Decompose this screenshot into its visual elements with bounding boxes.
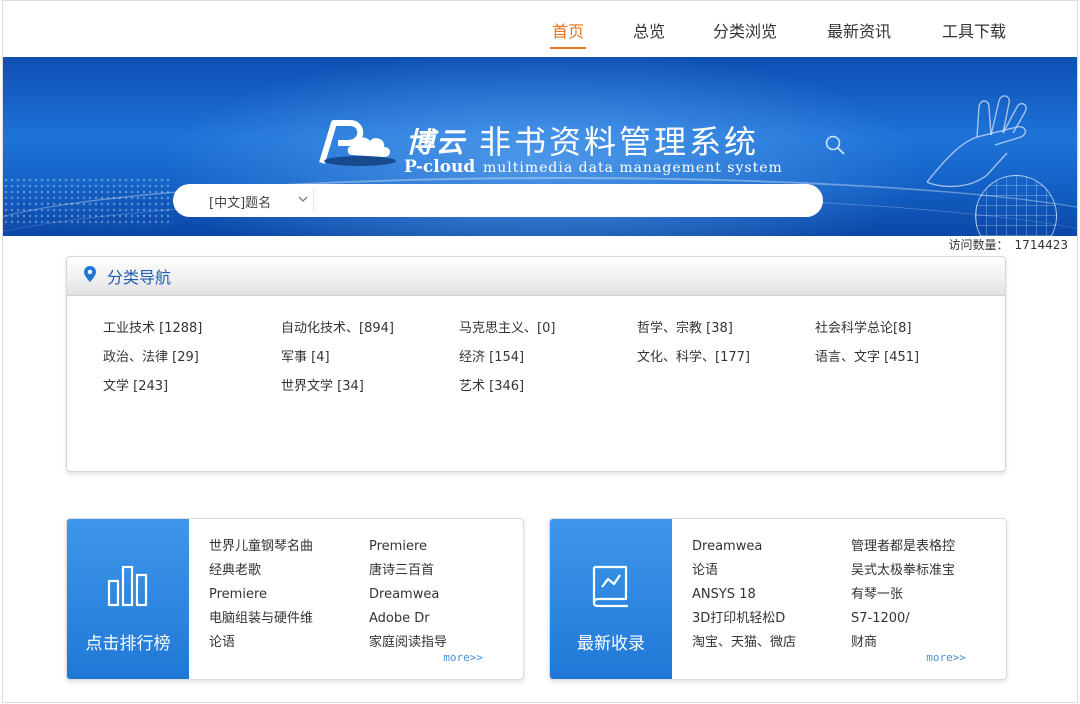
latest-item[interactable]: S7-1200/ xyxy=(851,607,955,631)
ranking-list-col2: Premiere 唐诗三百首 Dreamwea Adobe Dr 家庭阅读指导 xyxy=(369,535,447,655)
visit-counter-label: 访问数量： xyxy=(948,238,1009,252)
ranking-item[interactable]: Premiere xyxy=(369,535,447,559)
category-item[interactable]: 艺术 [346] xyxy=(459,375,524,394)
search-icon[interactable] xyxy=(824,134,846,156)
latest-item[interactable]: 吴式太极拳标准宝 xyxy=(851,559,955,583)
ranking-item[interactable]: Adobe Dr xyxy=(369,607,447,631)
category-item[interactable]: 世界文学 [34] xyxy=(281,375,364,394)
category-item[interactable]: 社会科学总论[8] xyxy=(815,317,911,336)
search-field-select[interactable]: [中文]题名 xyxy=(209,192,271,211)
latest-item[interactable]: 有琴一张 xyxy=(851,583,955,607)
search-divider xyxy=(313,188,314,213)
ranking-card-badge[interactable]: 点击排行榜 xyxy=(67,519,189,679)
ranking-item[interactable]: 经典老歌 xyxy=(209,559,313,583)
latest-list-col2: 管理者都是表格控 吴式太极拳标准宝 有琴一张 S7-1200/ 财商 xyxy=(851,535,955,655)
latest-card-label: 最新收录 xyxy=(577,634,645,654)
hero-banner: 博云 非书资料管理系统 P-cloud multimedia data mana… xyxy=(3,57,1077,236)
ranking-item[interactable]: 世界儿童钢琴名曲 xyxy=(209,535,313,559)
site-logo: 博云 非书资料管理系统 P-cloud multimedia data mana… xyxy=(316,117,782,177)
category-item[interactable]: 哲学、宗教 [38] xyxy=(637,317,733,336)
latest-list-col1: Dreamwea 论语 ANSYS 18 3D打印机轻松D 淘宝、天猫、微店 xyxy=(692,535,796,655)
visit-counter-value: 1714423 xyxy=(1014,238,1068,252)
book-chart-icon xyxy=(592,565,628,608)
nav-home[interactable]: 首页 xyxy=(552,18,584,42)
ranking-list-col1: 世界儿童钢琴名曲 经典老歌 Premiere 电脑组装与硬件维 论语 xyxy=(209,535,313,655)
brand-name-en: P-cloud xyxy=(404,157,476,177)
latest-item[interactable]: 淘宝、天猫、微店 xyxy=(692,631,796,655)
ranking-more-link[interactable]: more>> xyxy=(443,651,483,664)
category-item[interactable]: 文学 [243] xyxy=(103,375,168,394)
top-nav: 首页 总览 分类浏览 最新资讯 工具下载 xyxy=(0,0,1080,56)
category-nav-title: 分类导航 xyxy=(107,268,172,287)
latest-card-badge[interactable]: 最新收录 xyxy=(550,519,672,679)
category-item[interactable]: 自动化技术、[894] xyxy=(281,317,394,336)
category-nav-panel: 分类导航 工业技术 [1288] 自动化技术、[894] 马克思主义、[0] 哲… xyxy=(66,256,1006,472)
ranking-item[interactable]: Dreamwea xyxy=(369,583,447,607)
latest-more-link[interactable]: more>> xyxy=(926,651,966,664)
ranking-item[interactable]: 电脑组装与硬件维 xyxy=(209,607,313,631)
category-item[interactable]: 工业技术 [1288] xyxy=(103,317,202,336)
ranking-item[interactable]: 家庭阅读指导 xyxy=(369,631,447,655)
visit-counter: 访问数量： 1714423 xyxy=(949,236,1068,253)
ranking-card-label: 点击排行榜 xyxy=(85,634,171,654)
latest-item[interactable]: Dreamwea xyxy=(692,535,796,559)
pcloud-logo-icon xyxy=(319,120,396,166)
search-input[interactable] xyxy=(319,187,813,216)
ranking-item[interactable]: 唐诗三百首 xyxy=(369,559,447,583)
category-nav-header: 分类导航 xyxy=(67,257,1005,296)
brand-name-cn: 博云 xyxy=(406,126,467,159)
nav-overview[interactable]: 总览 xyxy=(633,18,665,42)
nav-browse[interactable]: 分类浏览 xyxy=(713,18,777,42)
nav-news[interactable]: 最新资讯 xyxy=(827,18,891,42)
latest-card: 最新收录 Dreamwea 论语 ANSYS 18 3D打印机轻松D 淘宝、天猫… xyxy=(549,518,1007,680)
ranking-item[interactable]: 论语 xyxy=(209,631,313,655)
category-item[interactable]: 军事 [4] xyxy=(281,346,330,365)
category-item[interactable]: 文化、科学、[177] xyxy=(637,346,750,365)
latest-item[interactable]: ANSYS 18 xyxy=(692,583,796,607)
system-title-cn: 非书资料管理系统 xyxy=(479,123,760,161)
ranking-card: 点击排行榜 世界儿童钢琴名曲 经典老歌 Premiere 电脑组装与硬件维 论语… xyxy=(66,518,524,680)
chevron-down-icon[interactable] xyxy=(297,193,309,205)
category-item[interactable]: 语言、文字 [451] xyxy=(815,346,919,365)
robot-hand-icon xyxy=(926,95,1027,188)
search-bar: [中文]题名 xyxy=(173,184,823,217)
category-item[interactable]: 政治、法律 [29] xyxy=(103,346,199,365)
nav-tools-download[interactable]: 工具下载 xyxy=(942,18,1006,42)
ranking-item[interactable]: Premiere xyxy=(209,583,313,607)
latest-item[interactable]: 论语 xyxy=(692,559,796,583)
latest-item[interactable]: 3D打印机轻松D xyxy=(692,607,796,631)
category-item[interactable]: 马克思主义、[0] xyxy=(459,317,555,336)
latest-item[interactable]: 管理者都是表格控 xyxy=(851,535,955,559)
bar-chart-icon xyxy=(107,565,148,607)
location-pin-icon xyxy=(84,266,96,282)
nav-active-indicator xyxy=(550,47,586,49)
category-item[interactable]: 经济 [154] xyxy=(459,346,524,365)
system-subtitle-en: multimedia data management system xyxy=(483,160,783,176)
